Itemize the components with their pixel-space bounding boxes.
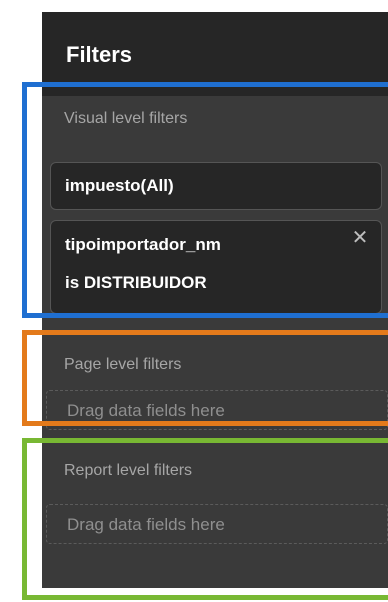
pane-title: Filters bbox=[66, 42, 133, 67]
dropzone-hint: Drag data fields here bbox=[67, 515, 225, 534]
filter-condition: is DISTRIBUIDOR bbox=[65, 273, 207, 292]
page-level-dropzone[interactable]: Drag data fields here bbox=[46, 390, 388, 430]
report-level-filters-label: Report level filters bbox=[64, 462, 193, 479]
filter-card-tipoimportador[interactable]: tipoimportador_nm ✕ is DISTRIBUIDOR bbox=[50, 220, 382, 314]
close-icon[interactable]: ✕ bbox=[351, 228, 369, 248]
filters-pane-header: Filters bbox=[42, 12, 388, 96]
report-level-dropzone[interactable]: Drag data fields here bbox=[46, 504, 388, 544]
visual-level-filters-label: Visual level filters bbox=[64, 110, 188, 127]
dropzone-hint: Drag data fields here bbox=[67, 401, 225, 420]
filter-name: impuesto(All) bbox=[65, 176, 174, 195]
filter-card-impuesto[interactable]: impuesto(All) bbox=[50, 162, 382, 210]
page-level-filters-label: Page level filters bbox=[64, 356, 182, 373]
filter-name: tipoimportador_nm bbox=[65, 235, 221, 254]
filters-pane: Filters Visual level filters impuesto(Al… bbox=[42, 12, 388, 588]
